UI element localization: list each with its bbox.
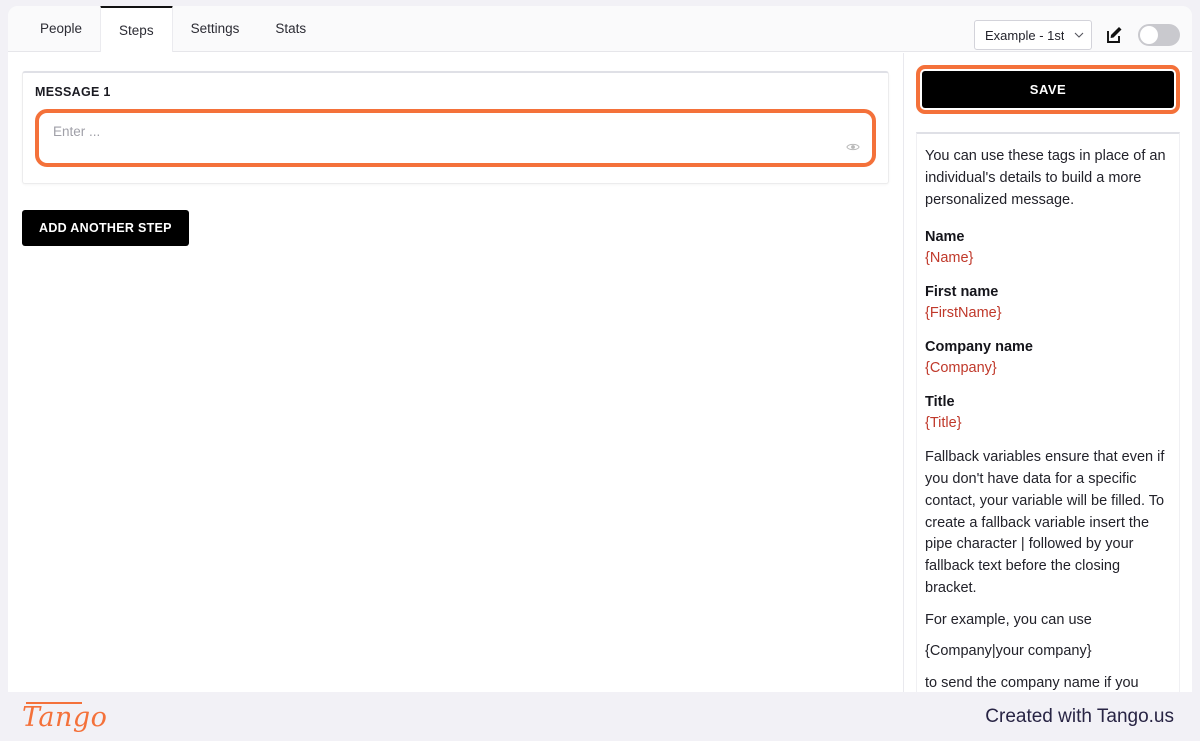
tags-help-pane: SAVE You can use these tags in place of … <box>904 53 1192 692</box>
fallback-description-2: to send the company name if you have dat… <box>925 675 1139 692</box>
tag-label: First name <box>925 284 999 301</box>
app-frame: People Steps Settings Stats Example - 1s… <box>8 6 1192 692</box>
steps-pane: MESSAGE 1 Enter ... ADD ANOTHER STEP <box>8 53 903 692</box>
tag-item: Company name {Company} <box>925 337 1171 379</box>
tag-token: {Title} <box>925 415 962 432</box>
tags-panel: You can use these tags in place of an in… <box>916 132 1180 692</box>
sequence-select-value: Example - 1st <box>985 27 1065 43</box>
fallback-description: Fallback variables ensure that even if y… <box>925 449 1165 596</box>
footer: Tango Created with Tango.us <box>0 692 1200 741</box>
fallback-example-intro: For example, you can use <box>925 611 1092 628</box>
sequence-select[interactable]: Example - 1st <box>974 20 1092 50</box>
message-input-placeholder: Enter ... <box>53 124 101 139</box>
enable-toggle[interactable] <box>1138 24 1180 46</box>
tag-label: Company name <box>925 339 1033 356</box>
save-button-highlight: SAVE <box>916 65 1180 114</box>
tag-item: First name {FirstName} <box>925 282 1171 324</box>
top-controls: Example - 1st <box>974 20 1180 50</box>
message-step-card: MESSAGE 1 Enter ... <box>22 71 889 184</box>
toggle-knob <box>1140 26 1158 44</box>
body-split: MESSAGE 1 Enter ... ADD ANOTHER STEP SAV… <box>8 53 1192 692</box>
tag-token: {Company} <box>925 360 997 377</box>
tags-intro-text: You can use these tags in place of an in… <box>925 148 1166 208</box>
save-button[interactable]: SAVE <box>922 71 1174 108</box>
tag-label: Name <box>925 229 965 246</box>
edit-square-icon[interactable] <box>1106 26 1124 44</box>
tag-label: Title <box>925 394 955 411</box>
tag-item: Title {Title} <box>925 392 1171 434</box>
tag-token: {Name} <box>925 250 974 267</box>
message-input-highlight: Enter ... <box>35 109 876 167</box>
created-with-credit: Created with Tango.us <box>985 705 1174 727</box>
tag-item: Name {Name} <box>925 227 1171 269</box>
add-another-step-button[interactable]: ADD ANOTHER STEP <box>22 210 189 246</box>
tab-stats[interactable]: Stats <box>257 6 324 51</box>
tab-settings[interactable]: Settings <box>173 6 258 51</box>
tag-token: {FirstName} <box>925 305 1002 322</box>
tab-people[interactable]: People <box>22 6 100 51</box>
eye-icon[interactable] <box>846 140 860 154</box>
fallback-example-token: {Company|your company} <box>925 643 1092 660</box>
tango-logo: Tango <box>22 702 108 733</box>
chevron-down-icon <box>1074 30 1084 40</box>
message-input[interactable]: Enter ... <box>40 114 871 162</box>
message-step-label: MESSAGE 1 <box>35 85 111 99</box>
app-page: People Steps Settings Stats Example - 1s… <box>0 0 1200 741</box>
tab-steps[interactable]: Steps <box>100 6 173 52</box>
